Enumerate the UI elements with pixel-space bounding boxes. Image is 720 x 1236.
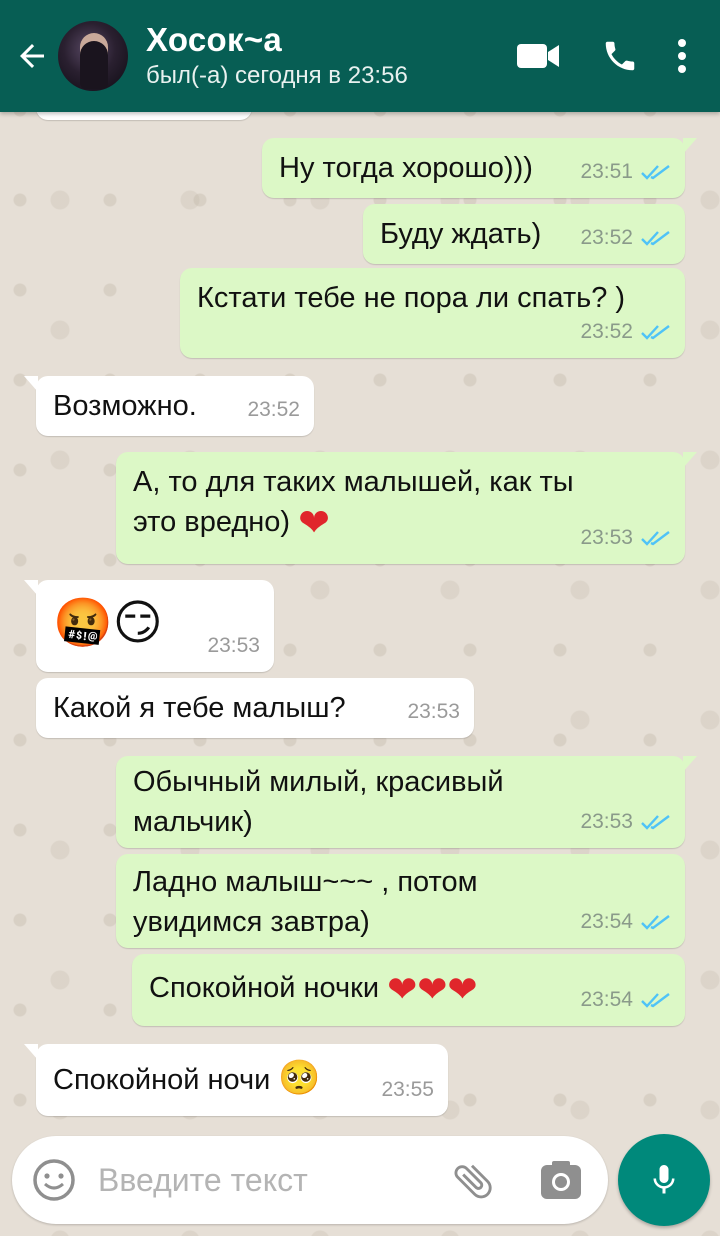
message-list[interactable]: Ну тогда хорошо))) 23:51 Буду ждать) 23:… (0, 92, 720, 1124)
message-text: Спокойной ночи 🥺 (53, 1058, 321, 1100)
message-bubble-incoming[interactable]: Возможно. 23:52 (24, 376, 314, 436)
message-time: 23:53 (580, 810, 633, 833)
camera-icon[interactable] (540, 1160, 582, 1200)
voice-record-button[interactable] (618, 1134, 710, 1226)
message-bubble-incoming[interactable]: Спокойной ночи 🥺 23:55 (24, 1044, 448, 1116)
pleading-emoji: 🥺 (278, 1059, 321, 1097)
emoji-icon[interactable] (32, 1158, 76, 1202)
message-bubble-incoming[interactable]: Какой я тебе малыш? 23:53 (36, 678, 474, 738)
more-vert-icon (678, 39, 686, 73)
message-text: Обычный милый, красивый мальчик) (133, 762, 504, 842)
message-text-main: Спокойной ночки (149, 972, 380, 1004)
message-meta: 23:53 (407, 692, 460, 732)
emoji-message: 🤬😏 (53, 597, 163, 650)
video-call-icon (517, 44, 559, 68)
message-meta: 23:53 (580, 518, 671, 558)
message-text-main: Спокойной ночи (53, 1064, 271, 1096)
message-bubble-outgoing[interactable]: Ладно малыш~~~ , потом увидимся завтра) … (116, 854, 685, 948)
contact-info[interactable]: Хосок~а был(-а) сегодня в 23:56 (146, 20, 506, 92)
contact-name: Хосок~а (146, 21, 283, 58)
read-ticks-icon (641, 325, 670, 340)
message-meta: 23:55 (381, 1070, 434, 1110)
back-button[interactable] (6, 0, 58, 112)
message-text: Ладно малыш~~~ , потом увидимся завтра) (133, 862, 478, 942)
read-ticks-icon (641, 915, 670, 930)
chat-header: Хосок~а был(-а) сегодня в 23:56 (0, 0, 720, 112)
message-bubble-outgoing[interactable]: А, то для таких малышей, как ты это вред… (116, 452, 697, 564)
message-text-line1: А, то для таких малышей, как ты (133, 466, 574, 498)
avatar-photo (80, 33, 108, 89)
message-text: Какой я тебе малыш? (53, 692, 346, 724)
message-meta: 23:53 (207, 626, 260, 666)
read-ticks-icon (641, 815, 670, 830)
message-text: Возможно. (53, 390, 197, 422)
last-seen-status: был(-а) сегодня в 23:56 (146, 62, 408, 89)
heart-emoji: ❤ (298, 502, 330, 545)
read-ticks-icon (641, 993, 670, 1008)
message-text-line1: Ладно малыш~~~ , потом (133, 866, 478, 898)
video-call-button[interactable] (506, 0, 570, 112)
more-options-button[interactable] (652, 0, 712, 112)
message-time: 23:52 (247, 398, 300, 421)
message-text-line2: мальчик) (133, 806, 253, 838)
message-bubble-outgoing[interactable]: Кстати тебе не пора ли спать? ) 23:52 (180, 268, 685, 358)
message-text-line1: Обычный милый, красивый (133, 766, 504, 798)
message-bubble-incoming[interactable]: 🤬😏 23:53 (24, 580, 274, 672)
message-bubble-outgoing[interactable]: Спокойной ночки ❤❤❤ 23:54 (132, 954, 685, 1026)
phone-icon (605, 41, 635, 71)
message-time: 23:55 (381, 1078, 434, 1101)
message-meta: 23:52 (247, 390, 300, 430)
message-text: Буду ждать) (380, 218, 542, 250)
message-input-bar: Введите текст (12, 1136, 608, 1224)
back-arrow-icon (20, 44, 44, 68)
message-bubble-outgoing[interactable]: Буду ждать) 23:52 (363, 204, 685, 264)
message-text: Спокойной ночки ❤❤❤ (149, 968, 478, 1009)
message-time: 23:52 (580, 226, 633, 249)
message-text: А, то для таких малышей, как ты это вред… (133, 462, 574, 543)
message-time: 23:53 (407, 700, 460, 723)
message-bubble-outgoing[interactable]: Обычный милый, красивый мальчик) 23:53 (116, 756, 697, 848)
message-time: 23:52 (580, 320, 633, 343)
message-meta: 23:53 (580, 802, 671, 842)
read-ticks-icon (641, 231, 670, 246)
mic-icon (653, 1165, 675, 1194)
hearts-emoji: ❤❤❤ (387, 968, 478, 1010)
read-ticks-icon (641, 531, 670, 546)
message-meta: 23:54 (580, 902, 671, 942)
contact-avatar[interactable] (58, 21, 128, 91)
message-input[interactable]: Введите текст (98, 1162, 308, 1199)
message-meta: 23:52 (580, 312, 671, 352)
message-text-line2: увидимся завтра) (133, 906, 370, 938)
read-ticks-icon (641, 165, 670, 180)
message-time: 23:54 (580, 988, 633, 1011)
voice-call-button[interactable] (588, 0, 652, 112)
message-text-line2: это вредно) (133, 506, 291, 538)
message-time: 23:53 (207, 634, 260, 657)
message-meta: 23:52 (580, 218, 671, 258)
message-bubble-outgoing[interactable]: Ну тогда хорошо))) 23:51 (262, 138, 697, 198)
message-text: Ну тогда хорошо))) (279, 152, 533, 184)
message-meta: 23:54 (580, 980, 671, 1020)
message-time: 23:53 (580, 526, 633, 549)
attach-icon[interactable] (450, 1158, 496, 1204)
message-meta: 23:51 (580, 152, 671, 192)
message-text: Кстати тебе не пора ли спать? ) (197, 282, 626, 314)
message-time: 23:54 (580, 910, 633, 933)
message-time: 23:51 (580, 160, 633, 183)
